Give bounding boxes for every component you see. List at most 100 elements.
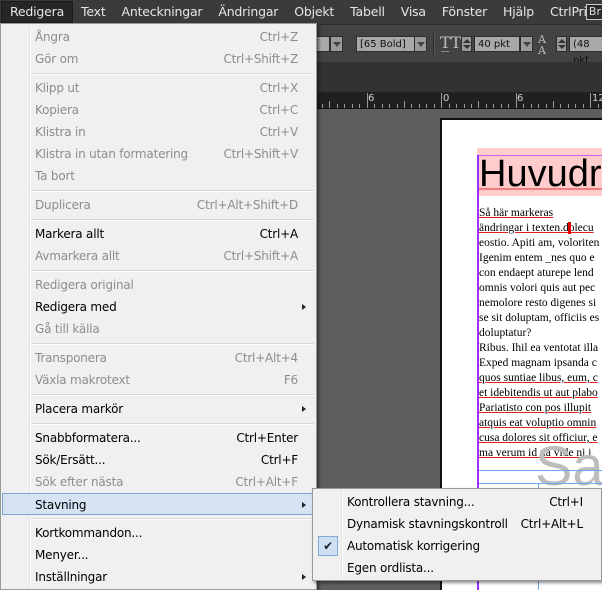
- ruler-tick: [508, 104, 510, 108]
- ruler-tick: [500, 104, 502, 108]
- menu-tabell[interactable]: Tabell: [342, 0, 393, 24]
- horizontal-ruler[interactable]: 6 0 6 12: [317, 93, 602, 109]
- menu-item-stavning[interactable]: Stavning: [2, 493, 315, 515]
- menu-item-shortcut: Ctrl+V: [259, 125, 299, 139]
- ruler-tick: [418, 104, 420, 108]
- body-text-frame[interactable]: Så här markeras ändringar i texten.dolecu…: [479, 206, 602, 461]
- menu-item-label: Markera allt: [35, 227, 104, 241]
- menu-item-shortcut: Ctrl+Alt+F: [235, 475, 298, 489]
- menu-separator: [31, 270, 314, 272]
- font-style-dropdown[interactable]: [414, 36, 427, 52]
- menu-item-angra[interactable]: Ångra Ctrl+Z: [3, 26, 314, 48]
- body-text-line: Pariatisto con pos illupit: [479, 402, 592, 414]
- body-text-line: atquis eat voluptio omnin: [479, 417, 597, 429]
- menu-item-installningar[interactable]: Inställningar: [3, 566, 314, 588]
- ruler-tick: [575, 104, 577, 108]
- menu-visa[interactable]: Visa: [393, 0, 434, 24]
- menu-text[interactable]: Text: [73, 0, 113, 24]
- menu-item-shortcut: Ctrl+Shift+Z: [223, 52, 298, 66]
- menu-item-sok-efter-nasta[interactable]: Sök efter nästa Ctrl+Alt+F: [3, 471, 314, 493]
- menu-item-klistra-in-utan-formatering[interactable]: Klistra in utan formatering Ctrl+Shift+V: [3, 143, 314, 165]
- tab-strip: [310, 62, 602, 93]
- leading-stepper[interactable]: [556, 36, 567, 52]
- menu-item-ga-till-kalla[interactable]: Gå till källa: [3, 318, 314, 340]
- body-text-line: quos suntiae libus, eum, c: [479, 372, 598, 384]
- menu-anteckningar[interactable]: Anteckningar: [114, 0, 211, 24]
- menu-item-klipp-ut[interactable]: Klipp ut Ctrl+X: [3, 77, 314, 99]
- menu-separator: [31, 219, 314, 221]
- submenu-arrow-icon: [302, 304, 306, 310]
- submenu-arrow-icon: [302, 574, 306, 580]
- menu-item-label: Snabbformatera...: [35, 431, 141, 445]
- menu-fonster[interactable]: Fönster: [434, 0, 495, 24]
- menu-item-kortkommandon[interactable]: Kortkommandon...: [3, 522, 314, 544]
- menu-item-menyer[interactable]: Menyer...: [3, 544, 314, 566]
- ruler-tick: [411, 104, 413, 108]
- menu-item-klistra-in[interactable]: Klistra in Ctrl+V: [3, 121, 314, 143]
- menu-item-avmarkera-allt[interactable]: Avmarkera allt Ctrl+Shift+A: [3, 245, 314, 267]
- body-text-line: et idebitendis ut aut plabo: [479, 387, 598, 399]
- body-text-line: Exped magnam ipsanda c: [479, 357, 597, 369]
- leading-field[interactable]: (48 pkt: [569, 36, 602, 66]
- ruler-tick: [597, 104, 599, 108]
- ruler-tick: [545, 104, 547, 108]
- ruler-tick: [433, 104, 435, 108]
- menu-item-shortcut: Ctrl+Z: [259, 30, 299, 44]
- menu-separator: [31, 518, 314, 520]
- submenu-item-egen-ordlista[interactable]: Egen ordlista...: [315, 557, 601, 579]
- menu-item-snabbformatera[interactable]: Snabbformatera... Ctrl+Enter: [3, 427, 314, 449]
- menu-item-ta-bort[interactable]: Ta bort: [3, 165, 314, 187]
- menu-item-markera-allt[interactable]: Markera allt Ctrl+A: [3, 223, 314, 245]
- menu-item-label: Klistra in: [35, 125, 86, 139]
- leading-icon: AA: [538, 33, 546, 57]
- ruler-tick: [322, 104, 323, 108]
- bridge-button[interactable]: Br: [585, 4, 602, 20]
- menu-item-shortcut: Ctrl+Enter: [236, 431, 298, 445]
- menu-item-label: Sök/Ersätt...: [35, 453, 106, 467]
- menu-item-redigera-original[interactable]: Redigera original: [3, 274, 314, 296]
- menu-separator: [31, 394, 314, 396]
- menu-item-label: Kortkommandon...: [35, 526, 143, 540]
- menu-item-transponera[interactable]: Transponera Ctrl+Alt+4: [3, 347, 314, 369]
- menu-item-label: Växla makrotext: [35, 373, 130, 387]
- menu-objekt[interactable]: Objekt: [286, 0, 342, 24]
- menu-redigera[interactable]: Redigera: [1, 1, 74, 23]
- ruler-tick: [366, 93, 368, 108]
- body-text-line: Så här markeras: [479, 207, 554, 219]
- font-family-dropdown[interactable]: [330, 36, 343, 52]
- menu-item-placera-markor[interactable]: Placera markör: [3, 398, 314, 420]
- menu-item-label: Stavning: [35, 498, 87, 512]
- ruler-tick: [567, 104, 569, 108]
- menu-item-duplicera[interactable]: Duplicera Ctrl+Alt+Shift+D: [3, 194, 314, 216]
- menu-item-shortcut: Ctrl+Shift+A: [223, 249, 298, 263]
- font-size-stepper[interactable]: [461, 36, 472, 52]
- menu-item-gor-om[interactable]: Gör om Ctrl+Shift+Z: [3, 48, 314, 70]
- menu-item-shortcut: Ctrl+A: [259, 227, 299, 241]
- font-size-field[interactable]: 40 pkt: [474, 36, 520, 52]
- menu-item-shortcut: Ctrl+Alt+Shift+D: [196, 198, 298, 212]
- submenu-item-dynamisk-stavningskontroll[interactable]: Dynamisk stavningskontroll Ctrl+Alt+L: [315, 513, 601, 535]
- menu-item-kopiera[interactable]: Kopiera Ctrl+C: [3, 99, 314, 121]
- submenu-item-kontrollera-stavning[interactable]: Kontrollera stavning... Ctrl+I: [315, 491, 601, 513]
- submenu-item-label: Kontrollera stavning...: [347, 495, 475, 509]
- menu-item-redigera-med[interactable]: Redigera med: [3, 296, 314, 318]
- ruler-tick: [381, 104, 383, 108]
- large-text: Sa: [535, 434, 602, 497]
- ruler-tick: [389, 104, 391, 108]
- menu-hjalp[interactable]: Hjälp: [495, 0, 542, 24]
- control-panel: f [65 Bold] T̲T 40 pkt AA (48 pkt: [310, 24, 602, 66]
- submenu-arrow-icon: [302, 406, 306, 412]
- ruler-tick: [538, 104, 540, 108]
- ruler-tick: [463, 104, 465, 108]
- menu-item-vaxla-makrotext[interactable]: Växla makrotext F6: [3, 369, 314, 391]
- font-style-field[interactable]: [65 Bold]: [356, 36, 418, 52]
- font-size-dropdown[interactable]: [520, 36, 533, 52]
- menu-andringar[interactable]: Ändringar: [210, 0, 286, 24]
- submenu-item-automatisk-korrigering[interactable]: ✔ Automatisk korrigering: [315, 535, 601, 557]
- menu-item-label: Transponera: [35, 351, 107, 365]
- ruler-tick: [530, 104, 532, 108]
- menu-item-sok-ersatt[interactable]: Sök/Ersätt... Ctrl+F: [3, 449, 314, 471]
- ruler-tick: [471, 104, 472, 108]
- body-text-line: con endaept aturepe lend: [479, 267, 594, 279]
- spelling-submenu: Kontrollera stavning... Ctrl+I Dynamisk st…: [312, 488, 602, 581]
